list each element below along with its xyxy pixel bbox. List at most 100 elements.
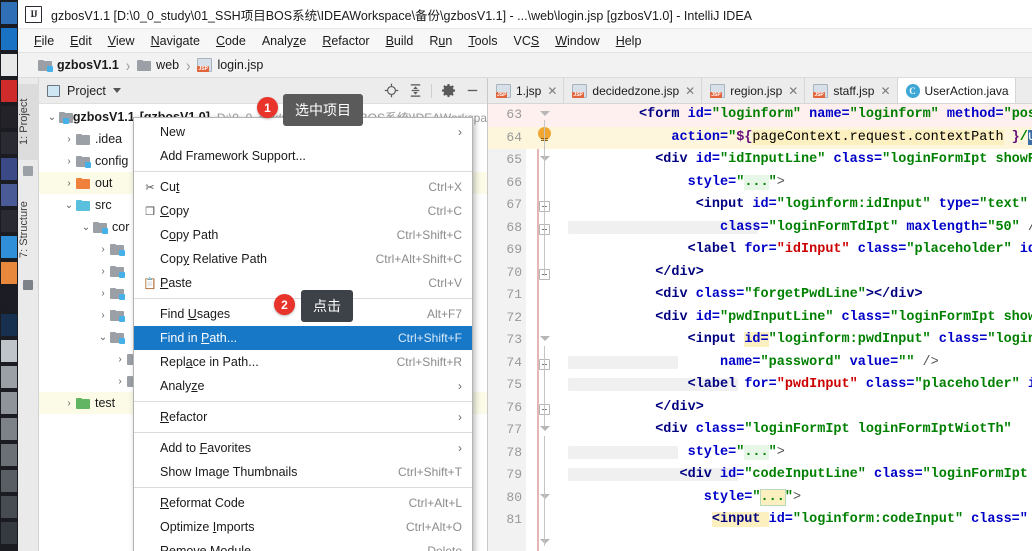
taskbar-icon[interactable] — [0, 286, 18, 312]
code-line[interactable]: 74 name="password" value="" /> — [488, 352, 1032, 375]
code-line[interactable]: 79 <div id="codeInputLine" class="loginFo… — [488, 464, 1032, 487]
menu-item-add-framework-support[interactable]: Add Framework Support... — [134, 144, 472, 168]
sidebar-item-project[interactable]: 1: Project — [18, 84, 39, 160]
taskbar-icon[interactable] — [0, 260, 18, 286]
menu-item-view[interactable]: View — [100, 32, 143, 50]
close-icon[interactable]: ✕ — [880, 84, 890, 98]
hide-icon[interactable] — [461, 80, 483, 102]
code-editor[interactable]: 63 <form id="loginform" name="loginform" … — [488, 104, 1032, 551]
code-line[interactable]: 64 action="${pageContext.request.contextP… — [488, 126, 1032, 149]
chevron-down-icon[interactable]: ⌄ — [62, 198, 76, 212]
taskbar-icon[interactable] — [0, 130, 18, 156]
menu-item-analyze[interactable]: Analyze — [254, 32, 314, 50]
locate-icon[interactable] — [380, 80, 402, 102]
close-icon[interactable]: ✕ — [547, 84, 557, 98]
menu-item-copy[interactable]: ❐ Copy Ctrl+C — [134, 199, 472, 223]
code-line[interactable]: 76 </div> — [488, 397, 1032, 420]
taskbar-icon[interactable] — [0, 182, 18, 208]
chevron-right-icon[interactable]: › — [113, 374, 127, 388]
chevron-right-icon[interactable]: › — [113, 352, 127, 366]
menu-item-copy-relative-path[interactable]: Copy Relative Path Ctrl+Alt+Shift+C — [134, 247, 472, 271]
menu-item-file[interactable]: File — [26, 32, 62, 50]
taskbar-icon[interactable] — [0, 416, 18, 442]
menu-item-replace-in-path[interactable]: Replace in Path... Ctrl+Shift+R — [134, 350, 472, 374]
taskbar-icon[interactable] — [0, 26, 18, 52]
code-line[interactable]: 69 <label for="idInput" class="placeholde… — [488, 239, 1032, 262]
taskbar-icon[interactable] — [0, 442, 18, 468]
breadcrumb-item-gzbosv1-1[interactable]: gzbosV1.1 — [38, 58, 119, 72]
menu-item-code[interactable]: Code — [208, 32, 254, 50]
menu-item-navigate[interactable]: Navigate — [143, 32, 208, 50]
code-line[interactable]: 63 <form id="loginform" name="loginform" … — [488, 104, 1032, 127]
tab-1-jsp[interactable]: 1.jsp ✕ — [488, 78, 565, 103]
tab-region-jsp[interactable]: region.jsp ✕ — [702, 78, 806, 103]
taskbar-icon[interactable] — [0, 78, 18, 104]
code-line[interactable]: 66 style="..."> — [488, 172, 1032, 195]
menu-item-optimize-imports[interactable]: Optimize Imports Ctrl+Alt+O — [134, 515, 472, 539]
chevron-right-icon[interactable]: › — [96, 264, 110, 278]
chevron-down-icon[interactable]: ⌄ — [96, 330, 110, 344]
chevron-right-icon[interactable]: › — [62, 132, 76, 146]
menu-item-help[interactable]: Help — [608, 32, 650, 50]
breadcrumb-item-login-jsp[interactable]: login.jsp — [197, 58, 263, 72]
chevron-right-icon[interactable]: › — [96, 242, 110, 256]
menu-item-find-in-path[interactable]: Find in Path... Ctrl+Shift+F — [134, 326, 472, 350]
chevron-right-icon[interactable]: › — [62, 154, 76, 168]
chevron-down-icon[interactable]: ⌄ — [45, 110, 59, 124]
menu-item-analyze[interactable]: Analyze › — [134, 374, 472, 398]
taskbar-icon[interactable] — [0, 338, 18, 364]
menu-item-refactor[interactable]: Refactor › — [134, 405, 472, 429]
chevron-down-icon[interactable] — [112, 88, 121, 93]
code-line[interactable]: 80 style="..."> — [488, 487, 1032, 510]
close-icon[interactable]: ✕ — [685, 84, 695, 98]
code-line[interactable]: 81 <input id="loginform:codeInput" class=… — [488, 509, 1032, 532]
code-line[interactable]: 78 style="..."> — [488, 442, 1032, 465]
close-icon[interactable]: ✕ — [788, 84, 798, 98]
taskbar-icon[interactable] — [0, 364, 18, 390]
menu-item-build[interactable]: Build — [378, 32, 422, 50]
tab-useraction-java[interactable]: C UserAction.java — [897, 78, 1016, 103]
code-line[interactable]: 73 <input id="loginform:pwdInput" class="… — [488, 329, 1032, 352]
chevron-down-icon[interactable]: ⌄ — [79, 220, 93, 234]
chevron-right-icon[interactable]: › — [62, 176, 76, 190]
taskbar-icon[interactable] — [0, 156, 18, 182]
fold-marker[interactable] — [540, 426, 550, 431]
taskbar-icon[interactable] — [0, 468, 18, 494]
menu-item-run[interactable]: Run — [421, 32, 460, 50]
menu-item-window[interactable]: Window — [547, 32, 607, 50]
menu-item-cut[interactable]: ✂ Cut Ctrl+X — [134, 175, 472, 199]
tab-staff-jsp[interactable]: staff.jsp ✕ — [805, 78, 898, 103]
taskbar-icon[interactable] — [0, 104, 18, 130]
fold-marker[interactable] — [540, 494, 550, 499]
menu-item-show-image-thumbnails[interactable]: Show Image Thumbnails Ctrl+Shift+T — [134, 460, 472, 484]
menu-item-add-to-favorites[interactable]: Add to Favorites › — [134, 436, 472, 460]
sidebar-item-structure[interactable]: 7: Structure — [18, 186, 39, 274]
menu-item-remove-module[interactable]: Remove Module Delete — [134, 539, 472, 551]
code-line[interactable]: 65 <div id="idInputLine" class="loginForm… — [488, 149, 1032, 172]
desktop-taskbar[interactable] — [0, 0, 18, 551]
menu-item-reformat-code[interactable]: Reformat Code Ctrl+Alt+L — [134, 491, 472, 515]
taskbar-icon[interactable] — [0, 520, 18, 546]
breadcrumb-item-web[interactable]: web — [137, 58, 179, 72]
code-line[interactable]: 68 class="loginFormTdIpt" maxlength="50" … — [488, 217, 1032, 240]
taskbar-icon[interactable] — [0, 494, 18, 520]
fold-marker[interactable] — [540, 336, 550, 341]
code-line[interactable]: 67 <input id="loginform:idInput" type="te… — [488, 194, 1032, 217]
code-line[interactable]: 72 <div id="pwdInputLine" class="loginFor… — [488, 307, 1032, 330]
menu-item-vcs[interactable]: VCS — [506, 32, 548, 50]
taskbar-icon[interactable] — [0, 0, 18, 26]
code-line[interactable]: 75 <label for="pwdInput" class="placehold… — [488, 374, 1032, 397]
collapse-all-icon[interactable] — [404, 80, 426, 102]
taskbar-icon[interactable] — [0, 390, 18, 416]
gear-icon[interactable] — [437, 80, 459, 102]
tab-decidedzone-jsp[interactable]: decidedzone.jsp ✕ — [564, 78, 703, 103]
taskbar-icon[interactable] — [0, 52, 18, 78]
menu-item-tools[interactable]: Tools — [460, 32, 505, 50]
taskbar-icon[interactable] — [0, 312, 18, 338]
taskbar-icon[interactable] — [0, 208, 18, 234]
code-line[interactable]: 70 </div> — [488, 262, 1032, 285]
code-line[interactable]: 71 <div class="forgetPwdLine"></div> — [488, 284, 1032, 307]
menu-item-copy-path[interactable]: Copy Path Ctrl+Shift+C — [134, 223, 472, 247]
chevron-right-icon[interactable]: › — [96, 286, 110, 300]
fold-marker[interactable] — [540, 111, 550, 116]
